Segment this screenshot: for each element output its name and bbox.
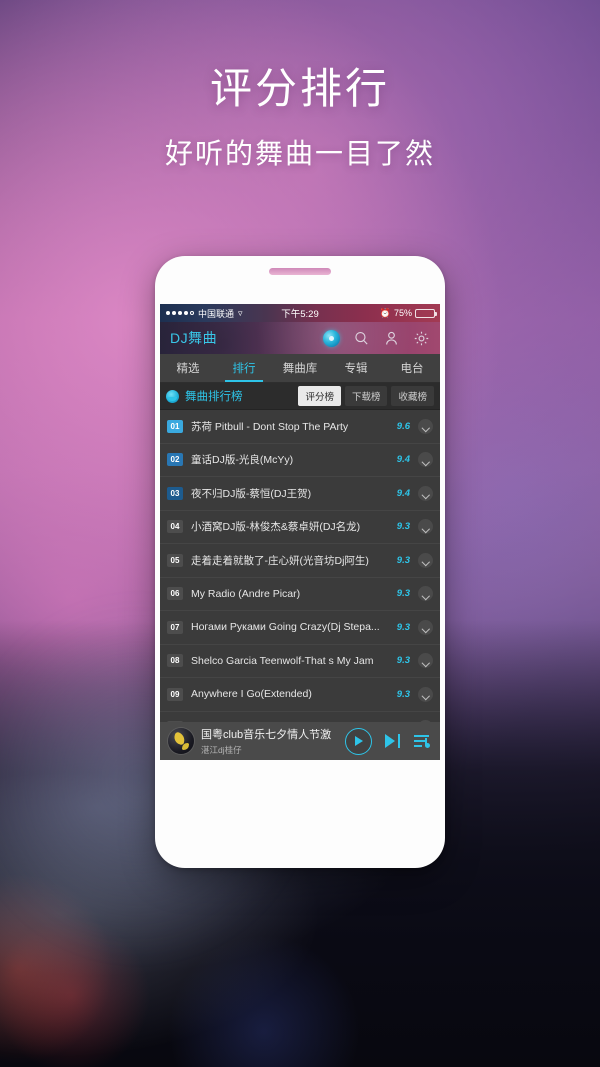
song-title: My Radio (Andre Picar) [191, 587, 301, 600]
chevron-down-icon[interactable] [418, 485, 433, 501]
song-title: 走着走着就散了-庄心妍(光音坊Dj阿生) [191, 554, 369, 567]
song-title: Ногами Руками Going Crazy(Dj Stepa... [191, 621, 380, 634]
poster-subheadline: 好听的舞曲一目了然 [164, 138, 435, 170]
ranking-segment-control: 评分榜 下载榜 收藏榜 [298, 386, 434, 406]
song-title: 夜不归DJ版-蔡恒(DJ王贺) [191, 487, 312, 500]
play-icon[interactable] [345, 727, 372, 755]
phone-screen: 中国联通 ▿ 下午5:29 ⏰ 75% DJ舞曲 精选 排行 舞曲库 专辑 电台… [160, 304, 440, 760]
song-score: 9.3 [396, 588, 410, 600]
song-score: 9.3 [396, 621, 410, 633]
poster-headline-block: 评分排行 好听的舞曲一目了然 [0, 65, 600, 172]
song-score: 9.3 [396, 655, 410, 667]
battery-icon [415, 308, 437, 318]
rank-badge: 01 [167, 419, 183, 433]
chevron-down-icon[interactable] [418, 586, 433, 602]
segment-label: 收藏榜 [398, 392, 427, 403]
search-icon[interactable] [353, 330, 370, 347]
song-title: Anywhere I Go(Extended) [191, 688, 312, 701]
table-row[interactable]: 06 My Radio (Andre Picar) 9.3 [160, 578, 440, 611]
status-bar: 中国联通 ▿ 下午5:29 ⏰ 75% [160, 304, 440, 322]
song-score: 9.3 [396, 554, 410, 566]
song-score: 9.6 [396, 420, 410, 432]
section-title: 舞曲排行榜 [185, 391, 243, 403]
tab-label: 精选 [176, 363, 200, 375]
tab-label: 舞曲库 [282, 363, 318, 375]
app-bar: DJ舞曲 [160, 322, 440, 354]
song-score: 9.4 [396, 487, 410, 499]
tab-wuqu-ku[interactable]: 舞曲库 [272, 354, 328, 382]
song-score: 9.3 [396, 688, 410, 700]
chevron-down-icon[interactable] [418, 686, 433, 702]
disc-icon[interactable] [323, 329, 340, 347]
table-row[interactable]: 07 Ногами Руками Going Crazy(Dj Stepa...… [160, 611, 440, 645]
rank-badge: 02 [167, 453, 183, 467]
chevron-down-icon[interactable] [418, 552, 433, 568]
mini-player-controls [345, 727, 432, 755]
segment-download-rank[interactable]: 下载榜 [344, 386, 388, 406]
table-row[interactable]: 04 小酒窝DJ版-林俊杰&蔡卓妍(DJ名龙) 9.3 [160, 511, 440, 544]
now-playing-title: 国粤club音乐七夕情人节激 [201, 729, 332, 741]
playlist-icon[interactable] [414, 734, 430, 748]
section-header: 舞曲排行榜 评分榜 下载榜 收藏榜 [160, 383, 440, 410]
table-row[interactable]: 08 Shelco Garcia Teenwolf-That s My Jam … [160, 645, 440, 678]
tab-label: 专辑 [344, 363, 368, 375]
account-icon[interactable] [383, 330, 400, 347]
album-cover[interactable] [168, 728, 194, 754]
tab-zhuanji[interactable]: 专辑 [328, 354, 384, 382]
tab-label: 排行 [232, 363, 256, 375]
status-bar-time: 下午5:29 [281, 309, 319, 320]
chevron-down-icon[interactable] [418, 452, 433, 468]
settings-icon[interactable] [413, 330, 430, 347]
phone-mockup: 中国联通 ▿ 下午5:29 ⏰ 75% DJ舞曲 精选 排行 舞曲库 专辑 电台… [155, 256, 445, 868]
chevron-down-icon[interactable] [418, 519, 433, 535]
rank-badge: 05 [167, 553, 183, 567]
app-bar-icons [323, 329, 440, 347]
tab-diantai[interactable]: 电台 [384, 354, 440, 382]
segment-score-rank[interactable]: 评分榜 [298, 386, 341, 406]
chevron-down-icon[interactable] [418, 653, 433, 669]
tab-label: 电台 [400, 363, 424, 375]
table-row[interactable]: 09 Anywhere I Go(Extended) 9.3 [160, 678, 440, 712]
song-title: 小酒窝DJ版-林俊杰&蔡卓妍(DJ名龙) [191, 521, 361, 534]
mini-player-bar: 国粤club音乐七夕情人节激 湛江dj桂仔 [160, 722, 440, 760]
segment-label: 下载榜 [351, 392, 381, 403]
rank-badge: 03 [167, 486, 183, 500]
table-row[interactable]: 05 走着走着就散了-庄心妍(光音坊Dj阿生) 9.3 [160, 544, 440, 578]
segment-label: 评分榜 [305, 392, 334, 403]
phone-earpiece-speaker [269, 268, 331, 275]
song-title: Shelco Garcia Teenwolf-That s My Jam [191, 654, 374, 667]
rank-badge: 04 [167, 520, 183, 534]
song-score: 9.4 [396, 454, 410, 466]
mini-player-meta: 国粤club音乐七夕情人节激 湛江dj桂仔 [201, 726, 345, 756]
table-row[interactable]: 01 苏荷 Pitbull - Dont Stop The PArty 9.6 [160, 410, 440, 444]
tab-jingxuan[interactable]: 精选 [160, 354, 216, 382]
next-track-icon[interactable] [385, 734, 401, 748]
song-title: 苏荷 Pitbull - Dont Stop The PArty [191, 420, 349, 433]
now-playing-artist: 湛江dj桂仔 [201, 745, 242, 755]
rank-badge: 08 [167, 654, 183, 668]
rank-badge: 09 [167, 687, 183, 701]
medal-icon [166, 389, 179, 403]
table-row[interactable]: 02 童话DJ版-光良(McYy) 9.4 [160, 444, 440, 477]
rank-badge: 06 [167, 587, 183, 601]
poster-headline: 评分排行 [209, 65, 390, 112]
tab-paihang[interactable]: 排行 [216, 354, 272, 382]
rank-badge: 07 [167, 620, 183, 634]
chevron-down-icon[interactable] [418, 619, 433, 635]
song-score: 9.3 [396, 521, 410, 533]
song-title: 童话DJ版-光良(McYy) [191, 454, 294, 467]
main-tab-bar: 精选 排行 舞曲库 专辑 电台 [160, 354, 440, 383]
segment-favorite-rank[interactable]: 收藏榜 [391, 386, 434, 406]
app-title: DJ舞曲 [170, 330, 218, 346]
ranking-list: 01 苏荷 Pitbull - Dont Stop The PArty 9.6 … [160, 410, 440, 745]
chevron-down-icon[interactable] [418, 418, 433, 434]
table-row[interactable]: 03 夜不归DJ版-蔡恒(DJ王贺) 9.4 [160, 477, 440, 511]
